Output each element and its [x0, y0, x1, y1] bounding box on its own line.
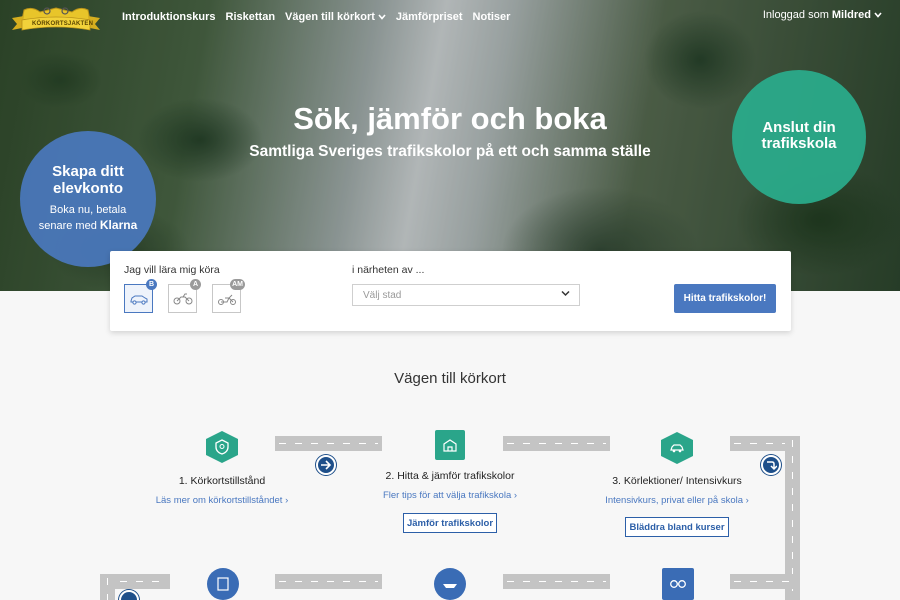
search-card: Jag vill lära mig köra i närheten av ...…: [110, 251, 791, 331]
permit-shield-icon: [206, 431, 238, 463]
create-account-line1: Boka nu, betala: [49, 204, 127, 216]
license-badge-a: A: [190, 279, 201, 290]
arrow-turn-down-icon: [761, 455, 781, 475]
chevron-down-icon: [874, 12, 882, 18]
step-1-title: 1. Körkortstillstånd: [178, 475, 266, 487]
road-segment: [100, 574, 115, 600]
user-prefix: Inloggad som: [762, 9, 829, 21]
chevron-down-icon: [378, 14, 386, 20]
chevron-right-icon: ›: [513, 490, 518, 501]
nav-vagen-till-korkort[interactable]: Vägen till körkort: [285, 11, 386, 23]
step-2-title: 2. Hitta & jämför trafikskolor: [385, 470, 515, 482]
arrow-right-icon: [316, 455, 336, 475]
city-select[interactable]: Välj stad: [352, 284, 580, 306]
glasses-icon: [662, 568, 694, 600]
chevron-down-icon: [561, 290, 570, 297]
road-segment: [503, 574, 610, 589]
vehicle-option-car[interactable]: B: [124, 279, 157, 313]
vehicle-option-motorcycle[interactable]: A: [168, 279, 201, 313]
step-2-link[interactable]: Fler tips för att välja trafikskola ›: [365, 490, 535, 501]
step-3-title: 3. Körlektioner/ Intensivkurs: [612, 475, 742, 487]
step-1-link-text: Läs mer om körkortstillståndet: [155, 495, 283, 506]
logo-text: KÖRKORTSJAKTEN: [32, 21, 94, 27]
step-1-link[interactable]: Läs mer om körkortstillståndet ›: [142, 495, 302, 506]
site-logo[interactable]: KÖRKORTSJAKTEN: [10, 4, 102, 36]
nav-introduktionskurs[interactable]: Introduktionskurs: [122, 11, 216, 23]
browse-courses-button[interactable]: Bläddra bland kurser: [625, 517, 729, 537]
road-segment: [730, 574, 800, 589]
license-badge-b: B: [146, 279, 157, 290]
main-nav: Introduktionskurs Riskettan Vägen till k…: [122, 11, 510, 23]
top-navigation: KÖRKORTSJAKTEN Introduktionskurs Riskett…: [0, 0, 900, 36]
location-label: i närheten av ...: [352, 264, 425, 276]
nav-notiser[interactable]: Notiser: [473, 11, 511, 23]
chevron-right-icon: ›: [745, 495, 749, 506]
moped-icon: [218, 294, 236, 305]
create-account-line2: senare med Klarna: [20, 218, 156, 234]
step-3-link-text: Intensivkurs, privat eller på skola: [605, 495, 743, 506]
find-schools-button[interactable]: Hitta trafikskolor!: [674, 284, 776, 313]
car-icon: [130, 295, 148, 305]
city-select-placeholder: Välj stad: [363, 290, 402, 301]
create-account-text: Boka nu, betala senare med Klarna: [20, 203, 156, 234]
connect-school-title: Anslut din trafikskola: [761, 119, 837, 152]
step-2-link-text: Fler tips för att välja trafikskola: [382, 490, 512, 501]
road-segment: [503, 436, 610, 451]
school-building-icon: [435, 430, 465, 460]
vehicle-option-moped[interactable]: AM: [212, 279, 245, 313]
user-name: Mildred: [831, 9, 871, 21]
boat-icon: [434, 568, 466, 600]
arrow-icon: [119, 590, 139, 600]
nav-riskettan[interactable]: Riskettan: [226, 11, 276, 23]
license-badge-am: AM: [230, 279, 245, 290]
vehicle-label: Jag vill lära mig köra: [124, 264, 220, 276]
nav-jamforpriset[interactable]: Jämförpriset: [396, 11, 463, 23]
step-3-link[interactable]: Intensivkurs, privat eller på skola ›: [592, 495, 762, 506]
chevron-right-icon: ›: [285, 495, 289, 506]
compare-schools-button[interactable]: Jämför trafikskolor: [403, 513, 497, 533]
create-account-line2-text: senare med: [38, 220, 97, 232]
connect-school-circle[interactable]: Anslut din trafikskola: [732, 70, 866, 204]
user-menu[interactable]: Inloggad som Mildred: [763, 9, 882, 21]
create-account-title: Skapa ditt elevkonto: [52, 163, 124, 197]
motorcycle-icon: [173, 293, 193, 305]
road-segment: [275, 574, 382, 589]
road-segment: [275, 436, 382, 451]
klarna-logo: Klarna: [99, 218, 138, 232]
lesson-car-icon: [661, 432, 693, 464]
roadmap-title: Vägen till körkort: [394, 370, 506, 387]
nav-vagen-label: Vägen till körkort: [285, 11, 375, 23]
create-account-circle[interactable]: Skapa ditt elevkonto Boka nu, betala sen…: [20, 131, 156, 267]
document-icon: [207, 568, 239, 600]
